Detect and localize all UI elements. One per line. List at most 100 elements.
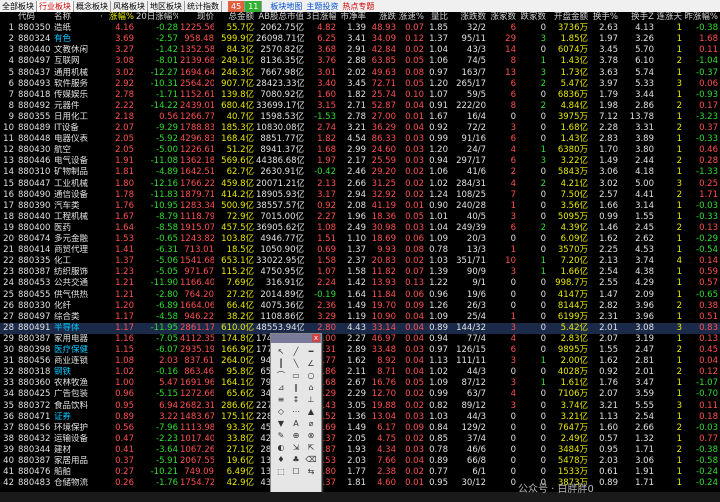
draw-tool-icon[interactable]: A bbox=[289, 418, 303, 429]
link-2[interactable]: 热点专题 bbox=[340, 1, 376, 12]
table-row[interactable]: 8 880492 元器件 2.22 -14.22 2439.01 680.4亿 33699.1… bbox=[0, 101, 720, 112]
table-row[interactable]: 33880360农林牧渔1.005.471691.96164.1亿7986.96… bbox=[0, 378, 720, 389]
table-row[interactable]: 32880318钢铁1.02-0.16863.4695.8亿6574.97亿0.… bbox=[0, 367, 720, 378]
column-header[interactable]: 涨家数 bbox=[488, 12, 516, 23]
draw-tool-icon[interactable]: ⊿ bbox=[274, 382, 288, 393]
table-row[interactable]: 3 880440 文教休闲 3.27 -1.42 1352.58 84.3亿 2570.82亿… bbox=[0, 45, 720, 56]
link-0[interactable]: 板块地图 bbox=[268, 1, 304, 12]
draw-tool-icon[interactable]: ▲ bbox=[304, 406, 318, 417]
column-header[interactable]: 涨幅% bbox=[104, 12, 134, 23]
draw-tool-icon[interactable]: ∥ bbox=[289, 382, 303, 393]
table-row[interactable]: 39880344建材0.41-3.641067.2627.1亿2863.13亿0… bbox=[0, 445, 720, 456]
draw-tool-icon[interactable]: ◇ bbox=[274, 406, 288, 417]
table-row[interactable]: 24 880453 公共交通 1.21 -11.90 1166.40 7.69亿 316.91… bbox=[0, 278, 720, 289]
column-header[interactable]: 量比 bbox=[426, 12, 448, 23]
draw-tool-icon[interactable]: ♣ bbox=[289, 454, 303, 465]
draw-tool-icon[interactable]: ━ bbox=[304, 346, 318, 357]
table-row[interactable]: 2 880324 有色 3.69 -2.57 958.48 599.9亿 26098.71亿 6… bbox=[0, 34, 720, 45]
table-row[interactable]: 13 880446 电气设备 1.91 -11.08 1362.18 569.6亿 44386… bbox=[0, 156, 720, 167]
horizontal-scrollbar[interactable] bbox=[0, 492, 720, 502]
table-row[interactable]: 25 880455 供气供热 1.21 -2.80 764.20 27.2亿 2014.89亿… bbox=[0, 290, 720, 301]
table-row[interactable]: 36880471证券0.893.221483.67175.1亿22895.08亿… bbox=[0, 412, 720, 423]
table-row[interactable]: 41880476船舶0.27-10.21749.096.49亿1389.25亿0… bbox=[0, 467, 720, 478]
table-row[interactable]: 5 880437 通用机械 3.02 -12.27 1694.64 246.3亿 7667.9… bbox=[0, 68, 720, 79]
draw-tool-icon[interactable]: ╱ bbox=[289, 346, 303, 357]
link-1[interactable]: 主题投资 bbox=[304, 1, 340, 12]
draw-tool-icon[interactable]: ▭ bbox=[289, 370, 303, 381]
column-header[interactable] bbox=[0, 12, 14, 23]
draw-tool-icon[interactable]: ╲ bbox=[289, 358, 303, 369]
draw-tool-icon[interactable]: ⊕ bbox=[289, 430, 303, 441]
table-row[interactable]: 22 880335 化工 1.37 -5.06 1541.68 653.1亿 33022.95… bbox=[0, 256, 720, 267]
table-row[interactable]: 35880372食品饮料0.956.942682.31286.6亿22785.7… bbox=[0, 401, 720, 412]
draw-tool-icon[interactable]: ⌀ bbox=[304, 418, 318, 429]
table-row[interactable]: 31880456商业连锁1.082.03837.61264.0亿9402.69亿… bbox=[0, 356, 720, 367]
column-header[interactable]: 涨跌 bbox=[368, 12, 396, 23]
table-row[interactable]: 10 880489 IT设备 2.07 -9.29 1788.83 185.3亿 10830.… bbox=[0, 123, 720, 134]
column-header[interactable]: 换手Z bbox=[620, 12, 654, 23]
tab-2[interactable]: 概念板块 bbox=[74, 0, 111, 12]
draw-tool-icon[interactable]: ⌒ bbox=[274, 370, 288, 381]
draw-tool-icon[interactable]: ☐ bbox=[289, 466, 303, 477]
column-header[interactable]: 昨涨幅% bbox=[684, 12, 718, 23]
draw-tool-icon[interactable]: ⋯ bbox=[289, 406, 303, 417]
tab-0[interactable]: 全部板块 bbox=[0, 0, 37, 12]
palette-titlebar[interactable]: x bbox=[271, 334, 321, 343]
tab-3[interactable]: 风格板块 bbox=[111, 0, 148, 12]
draw-tool-icon[interactable]: ✎ bbox=[274, 430, 288, 441]
draw-tool-icon[interactable]: ┃ bbox=[274, 358, 288, 369]
draw-tool-icon[interactable]: ⇆ bbox=[304, 466, 318, 477]
table-row[interactable]: 20 880474 多元金融 1.53 -0.65 1243.82 103.8亿 4946.7… bbox=[0, 234, 720, 245]
column-header[interactable]: 现价 bbox=[180, 12, 214, 23]
draw-tool-icon[interactable]: ≡ bbox=[274, 394, 288, 405]
column-header[interactable]: 总金额 bbox=[216, 12, 254, 23]
draw-tool-icon[interactable]: ⊗ bbox=[304, 430, 318, 441]
draw-tool-icon[interactable]: ⇲ bbox=[289, 442, 303, 453]
tab-1[interactable]: 行业板块 bbox=[37, 0, 74, 12]
column-header[interactable]: AB股总市值 bbox=[256, 12, 304, 23]
table-row[interactable]: 6 880493 软件服务 2.92 -10.31 2564.20 907.7亿 28423.… bbox=[0, 79, 720, 90]
column-header[interactable]: 代码 bbox=[18, 12, 54, 23]
drawing-tool-palette[interactable]: x ↖ ╱ ━ ┃ ╲ ∠ ⌒ ▭ ○ ⊿ ∥ ⌂ ≡ ↕ ⊥ ◇ ⋯ ▲ ▼ A ⌀ ✎ ⊕ ⊗ ◐ ⇲ ⇱ ♦ ♣ ⌫ ⬚ ☐ ⇆ bbox=[270, 333, 322, 497]
table-row[interactable]: 19 880400 医药 1.64 -8.58 1915.07 457.5亿 36905.62… bbox=[0, 223, 720, 234]
column-header[interactable]: 20日涨幅% bbox=[136, 12, 178, 23]
column-header[interactable]: 市净率 bbox=[338, 12, 366, 23]
draw-tool-icon[interactable]: ⌫ bbox=[304, 454, 318, 465]
table-row[interactable]: 21 880414 商贸代理 1.41 -6.31 713.01 18.5亿 1050.90亿… bbox=[0, 245, 720, 256]
table-row[interactable]: 9 880355 日用化工 2.18 0.56 1266.77 40.7亿 1598.53亿 -… bbox=[0, 112, 720, 123]
table-row[interactable]: 11 880448 电器仪表 2.05 -5.92 4296.83 168.4亿 8851.7… bbox=[0, 134, 720, 145]
table-row[interactable]: 27 880497 综合类 1.17 -4.58 946.22 38.2亿 1108.86亿 3… bbox=[0, 312, 720, 323]
table-row[interactable]: 15 880447 工业机械 1.80 -12.16 1766.22 459.8亿 20071… bbox=[0, 179, 720, 190]
table-row[interactable]: 12 880430 航空 2.05 -5.00 1226.61 51.2亿 8941.37亿 1… bbox=[0, 145, 720, 156]
table-row[interactable]: 17 880390 汽车类 1.76 -10.95 1283.34 500.9亿 38557.… bbox=[0, 201, 720, 212]
draw-tool-icon[interactable]: ⬚ bbox=[274, 466, 288, 477]
table-row[interactable]: 7 880418 传媒娱乐 2.78 -1.71 1152.61 139.8亿 7080.92… bbox=[0, 90, 720, 101]
column-header[interactable]: 连涨天 bbox=[656, 12, 682, 23]
draw-tool-icon[interactable]: ◐ bbox=[274, 442, 288, 453]
draw-tool-icon[interactable]: ▼ bbox=[274, 418, 288, 429]
draw-tool-icon[interactable]: ⇱ bbox=[304, 442, 318, 453]
table-row[interactable]: 16 880490 通信设备 1.78 -11.83 1879.71 414.2亿 18905… bbox=[0, 190, 720, 201]
column-header[interactable]: 跌家数 bbox=[518, 12, 546, 23]
tab-4[interactable]: 地区板块 bbox=[148, 0, 185, 12]
table-row[interactable]: 14 880310 矿物制品 1.81 -4.89 1642.51 62.7亿 2630.91… bbox=[0, 167, 720, 178]
close-icon[interactable]: x bbox=[312, 334, 320, 342]
table-row[interactable]: 18 880440 工程机械 1.67 -8.79 1118.79 72.9亿 7015.00… bbox=[0, 212, 720, 223]
table-row[interactable]: 23 880387 纺织服饰 1.23 -5.05 971.67 115.2亿 4750.95… bbox=[0, 267, 720, 278]
column-header[interactable]: 3日涨幅% bbox=[306, 12, 336, 23]
draw-tool-icon[interactable]: ⌂ bbox=[304, 382, 318, 393]
draw-tool-icon[interactable]: ⊥ bbox=[304, 394, 318, 405]
table-row[interactable]: 28 880491 半导体 1.17 -11.95 2861.17 610.0亿 48553.… bbox=[0, 322, 720, 334]
table-row[interactable]: 40880387家居用品0.37-5.912067.5519.6亿1394.24… bbox=[0, 456, 720, 467]
draw-tool-icon[interactable]: ♦ bbox=[274, 454, 288, 465]
column-header[interactable]: 开盘金额 bbox=[548, 12, 588, 23]
column-header[interactable]: 名称 bbox=[54, 12, 104, 23]
draw-tool-icon[interactable]: ○ bbox=[304, 370, 318, 381]
table-row[interactable]: 37880456环境保护0.56-7.961113.9893.3亿4537.48… bbox=[0, 423, 720, 434]
table-row[interactable]: 4 880497 互联网 3.08 -8.01 2139.68 249.1亿 8136.35亿… bbox=[0, 56, 720, 67]
draw-tool-icon[interactable]: ↖ bbox=[274, 346, 288, 357]
table-row[interactable]: 29880387家用电器1.16-7.054112.35174.8亿17450.… bbox=[0, 334, 720, 345]
column-header[interactable]: 涨跌数 bbox=[450, 12, 486, 23]
table-row[interactable]: 42880483仓储物流0.26-1.761754.7242.9亿4357.23… bbox=[0, 478, 720, 489]
tab-5[interactable]: 统计指数 bbox=[185, 0, 222, 12]
